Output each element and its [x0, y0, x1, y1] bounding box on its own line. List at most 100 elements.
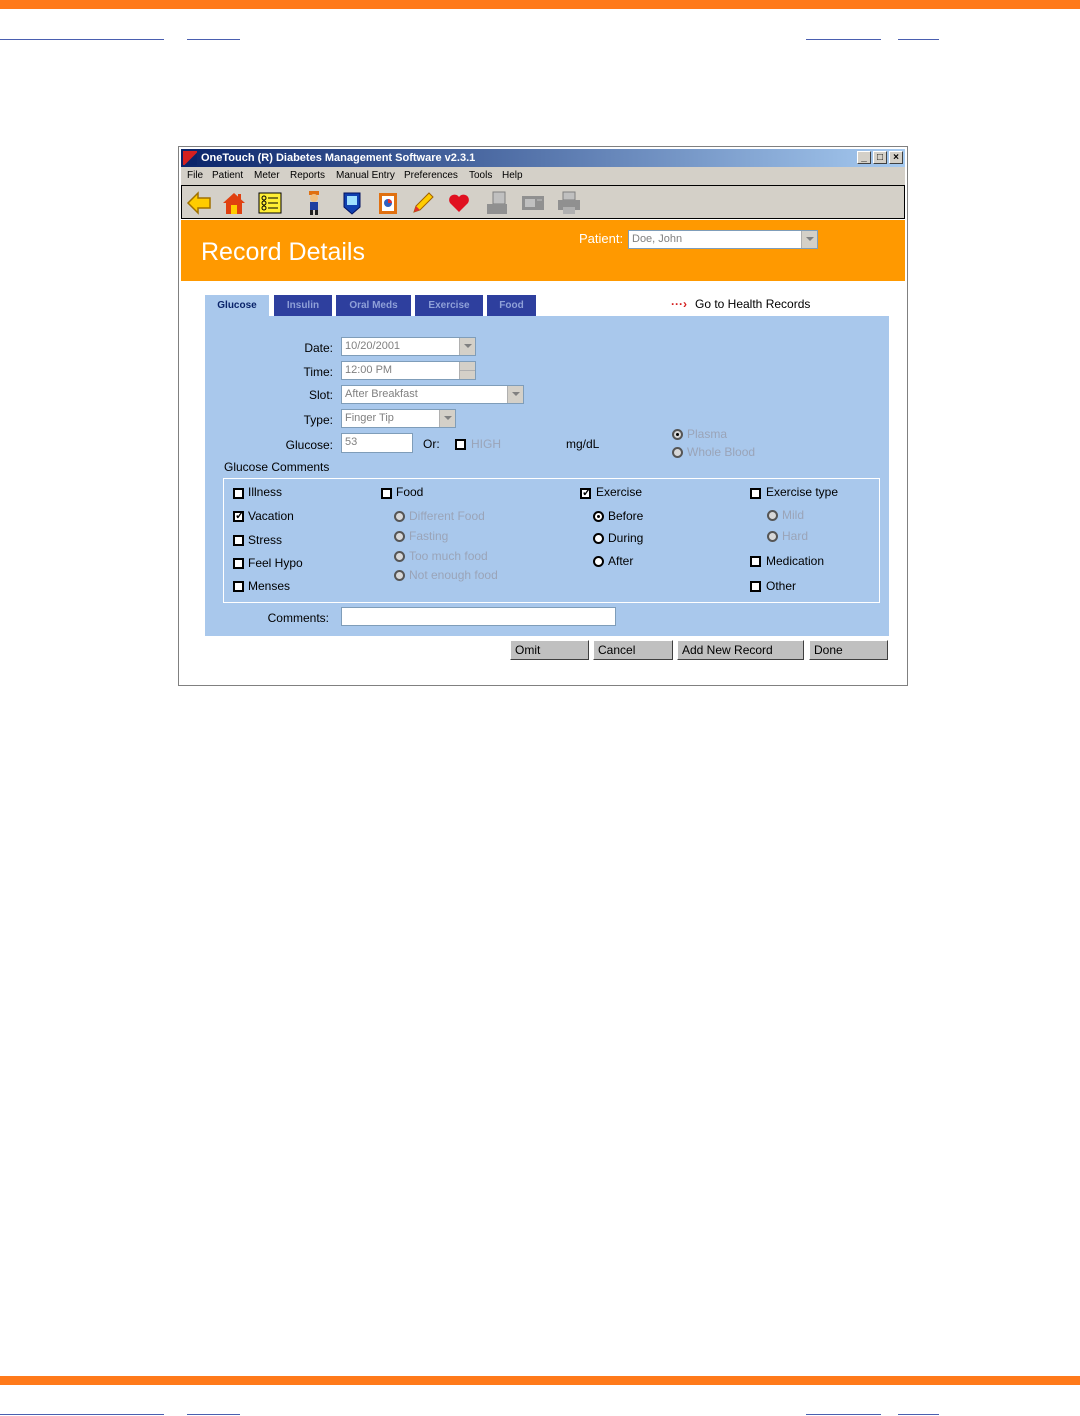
add-new-record-button[interactable]: Add New Record: [677, 640, 804, 660]
too-much-food-label: Too much food: [409, 549, 488, 563]
menses-label: Menses: [248, 579, 291, 593]
or-label: Or:: [423, 437, 440, 451]
glucose-input[interactable]: 53: [341, 433, 413, 453]
whole-blood-label: Whole Blood: [687, 445, 756, 459]
maximize-button[interactable]: □: [873, 151, 887, 164]
date-label: Date:: [304, 341, 333, 355]
health-records-link[interactable]: ···› Go to Health Records: [671, 297, 810, 311]
vacation-label: Vacation: [248, 509, 294, 523]
back-arrow-icon[interactable]: [186, 190, 212, 216]
comments-label: Comments:: [267, 611, 329, 625]
menu-tools[interactable]: Tools: [469, 167, 492, 185]
menu-bar: File Patient Meter Reports Manual Entry …: [181, 167, 905, 185]
not-enough-food-radio[interactable]: [394, 570, 405, 581]
meter-icon[interactable]: [339, 190, 365, 216]
print-icon[interactable]: [485, 190, 511, 216]
patient-select[interactable]: Doe, John: [628, 230, 818, 249]
tab-exercise[interactable]: Exercise: [415, 295, 483, 316]
type-value: Finger Tip: [345, 412, 394, 424]
time-stepper[interactable]: [459, 362, 475, 379]
hard-radio[interactable]: [767, 531, 778, 542]
slot-value: After Breakfast: [345, 388, 418, 400]
other-checkbox[interactable]: [750, 581, 761, 592]
patient-label: Patient:: [579, 231, 624, 246]
illness-checkbox[interactable]: [233, 488, 244, 499]
exercise-type-label: Exercise type: [766, 485, 839, 499]
chevron-down-icon[interactable]: [507, 386, 523, 403]
slot-select[interactable]: After Breakfast: [341, 385, 524, 404]
page-top-bar: [0, 0, 1080, 9]
time-value: 12:00 PM: [345, 364, 393, 376]
after-label: After: [608, 554, 634, 568]
exercise-type-checkbox[interactable]: [750, 488, 761, 499]
different-food-radio[interactable]: [394, 511, 405, 522]
after-radio[interactable]: [593, 556, 604, 567]
high-checkbox[interactable]: [455, 439, 466, 450]
person-icon[interactable]: [301, 190, 327, 216]
date-value: 10/20/2001: [345, 340, 401, 352]
menu-patient[interactable]: Patient: [212, 167, 243, 185]
vacation-checkbox[interactable]: [233, 509, 244, 522]
footer-rule: [898, 1414, 939, 1415]
unit-label: mg/dL: [566, 437, 600, 451]
type-select[interactable]: Finger Tip: [341, 409, 456, 428]
before-radio[interactable]: [593, 511, 604, 522]
chevron-down-icon[interactable]: [439, 410, 455, 427]
feel-hypo-checkbox[interactable]: [233, 558, 244, 569]
chevron-down-icon[interactable]: [801, 231, 817, 248]
page-bottom-bar: [0, 1376, 1080, 1385]
fasting-radio[interactable]: [394, 531, 405, 542]
menu-manual-entry[interactable]: Manual Entry: [336, 167, 395, 185]
chevron-down-icon[interactable]: [459, 338, 475, 355]
medication-checkbox[interactable]: [750, 556, 761, 567]
stress-checkbox[interactable]: [233, 535, 244, 546]
fasting-label: Fasting: [409, 529, 449, 543]
slot-label: Slot:: [308, 388, 333, 402]
clipboard-icon[interactable]: [375, 190, 401, 216]
date-field[interactable]: 10/20/2001: [341, 337, 476, 356]
menu-help[interactable]: Help: [502, 167, 523, 185]
minimize-button[interactable]: _: [857, 151, 871, 164]
home-icon[interactable]: [221, 190, 247, 216]
exercise-checkbox[interactable]: [580, 486, 591, 499]
menu-meter[interactable]: Meter: [254, 167, 280, 185]
during-radio[interactable]: [593, 533, 604, 544]
footer-rule: [806, 1414, 881, 1415]
other-label: Other: [766, 579, 797, 593]
food-label: Food: [396, 485, 424, 499]
whole-blood-radio[interactable]: [672, 447, 683, 458]
record-details-header: Record Details Patient: Doe, John: [181, 220, 905, 281]
page-title: Record Details: [201, 238, 365, 266]
close-button[interactable]: ×: [889, 151, 903, 164]
checklist-icon[interactable]: [257, 190, 283, 216]
printer-icon[interactable]: [556, 190, 582, 216]
time-label: Time:: [303, 365, 333, 379]
meter-download-icon[interactable]: [520, 190, 546, 216]
menu-reports[interactable]: Reports: [290, 167, 325, 185]
menu-preferences[interactable]: Preferences: [404, 167, 458, 185]
plasma-radio[interactable]: [672, 429, 683, 440]
patient-value: Doe, John: [632, 233, 683, 245]
time-field[interactable]: 12:00 PM: [341, 361, 476, 380]
too-much-food-radio[interactable]: [394, 551, 405, 562]
omit-button[interactable]: Omit: [510, 640, 589, 660]
pencil-icon[interactable]: [410, 190, 436, 216]
window-title: OneTouch (R) Diabetes Management Softwar…: [201, 152, 476, 164]
health-records-link-label: Go to Health Records: [694, 297, 811, 311]
food-checkbox[interactable]: [381, 488, 392, 499]
cancel-button[interactable]: Cancel: [593, 640, 673, 660]
heart-icon[interactable]: [446, 190, 472, 216]
tab-glucose[interactable]: Glucose: [205, 295, 269, 317]
app-window: OneTouch (R) Diabetes Management Softwar…: [178, 146, 908, 686]
tab-food[interactable]: Food: [487, 295, 536, 316]
tab-insulin[interactable]: Insulin: [274, 295, 332, 316]
medication-label: Medication: [766, 554, 825, 568]
comments-input[interactable]: [341, 607, 616, 626]
illness-label: Illness: [248, 485, 283, 499]
mild-radio[interactable]: [767, 510, 778, 521]
tab-oral-meds[interactable]: Oral Meds: [336, 295, 411, 316]
menu-file[interactable]: File: [187, 167, 203, 185]
done-button[interactable]: Done: [809, 640, 888, 660]
menses-checkbox[interactable]: [233, 581, 244, 592]
title-bar[interactable]: OneTouch (R) Diabetes Management Softwar…: [181, 149, 905, 167]
